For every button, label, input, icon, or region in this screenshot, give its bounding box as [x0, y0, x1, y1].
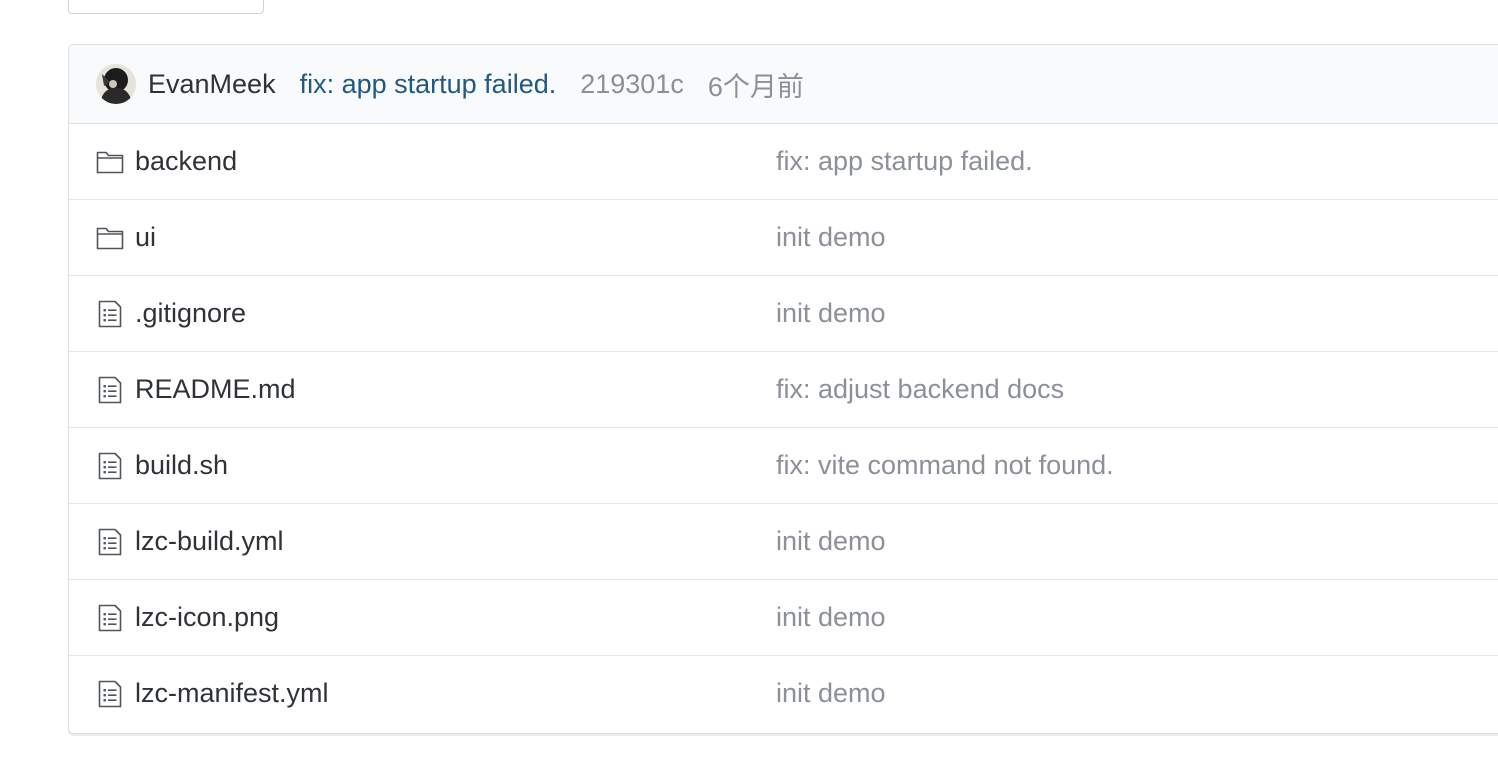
file-row-lzc-icon[interactable]: lzc-icon.png init demo — [69, 580, 1498, 656]
file-name[interactable]: README.md — [135, 374, 296, 405]
file-commit-message[interactable]: init demo — [776, 222, 886, 253]
file-text-icon — [96, 300, 124, 328]
file-name[interactable]: lzc-icon.png — [135, 602, 279, 633]
file-list: backend fix: app startup failed. ui init… — [69, 124, 1498, 731]
file-commit-message[interactable]: fix: adjust backend docs — [776, 374, 1064, 405]
file-text-icon — [96, 528, 124, 556]
commit-message-link[interactable]: fix: app startup failed. — [300, 69, 557, 100]
commit-sha[interactable]: 219301c — [580, 69, 684, 100]
file-name[interactable]: backend — [135, 146, 237, 177]
file-text-icon — [96, 604, 124, 632]
folder-icon — [96, 224, 124, 252]
file-name[interactable]: .gitignore — [135, 298, 246, 329]
commit-time: 6个月前 — [707, 71, 804, 102]
file-row-lzc-manifest[interactable]: lzc-manifest.yml init demo — [69, 656, 1498, 731]
file-commit-message[interactable]: init demo — [776, 526, 886, 557]
commit-author[interactable]: EvanMeek — [148, 69, 276, 100]
file-name[interactable]: lzc-manifest.yml — [135, 678, 329, 709]
file-name[interactable]: build.sh — [135, 450, 228, 481]
file-commit-message[interactable]: init demo — [776, 298, 886, 329]
file-text-icon — [96, 452, 124, 480]
folder-icon — [96, 148, 124, 176]
file-name[interactable]: lzc-build.yml — [135, 526, 284, 557]
repo-file-table: EvanMeek fix: app startup failed. 219301… — [68, 44, 1498, 734]
file-row-build-sh[interactable]: build.sh fix: vite command not found. — [69, 428, 1498, 504]
branch-selector-stub[interactable] — [68, 0, 264, 14]
file-commit-message[interactable]: init demo — [776, 602, 886, 633]
latest-commit-bar: EvanMeek fix: app startup failed. 219301… — [69, 45, 1498, 124]
file-row-backend[interactable]: backend fix: app startup failed. — [69, 124, 1498, 200]
avatar[interactable] — [96, 64, 136, 104]
file-name[interactable]: ui — [135, 222, 156, 253]
file-row-ui[interactable]: ui init demo — [69, 200, 1498, 276]
file-commit-message[interactable]: fix: vite command not found. — [776, 450, 1114, 481]
file-commit-message[interactable]: init demo — [776, 678, 886, 709]
file-row-readme[interactable]: README.md fix: adjust backend docs — [69, 352, 1498, 428]
file-row-gitignore[interactable]: .gitignore init demo — [69, 276, 1498, 352]
file-commit-message[interactable]: fix: app startup failed. — [776, 146, 1033, 177]
file-row-lzc-build[interactable]: lzc-build.yml init demo — [69, 504, 1498, 580]
file-text-icon — [96, 680, 124, 708]
file-text-icon — [96, 376, 124, 404]
